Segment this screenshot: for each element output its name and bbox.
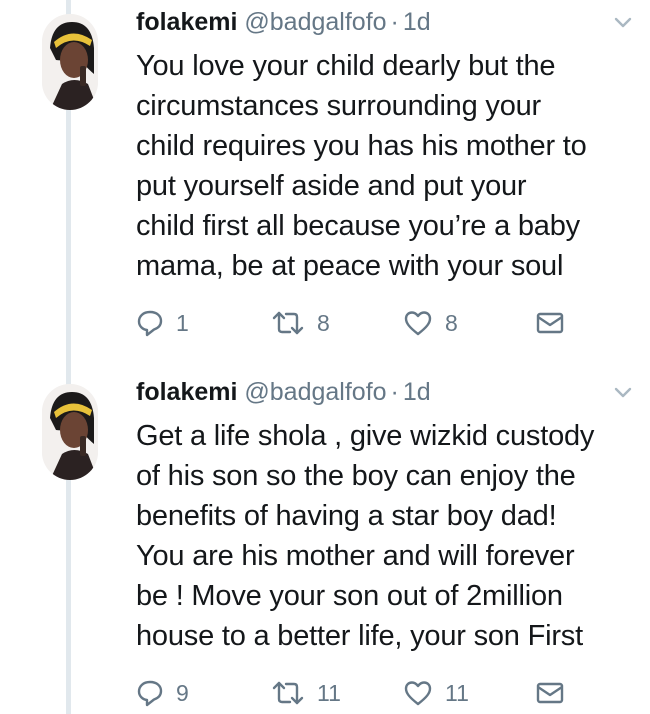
like-button[interactable]: 8 xyxy=(403,309,536,337)
tweet-text: You love your child dearly but the circu… xyxy=(136,50,587,282)
chevron-down-icon[interactable] xyxy=(610,12,636,32)
timestamp[interactable]: 1d xyxy=(403,378,431,406)
avatar[interactable] xyxy=(42,384,98,480)
username-handle[interactable]: @badgalfofo xyxy=(244,378,386,406)
retweet-button[interactable]: 11 xyxy=(271,679,403,707)
like-count: 11 xyxy=(445,679,469,706)
heart-icon xyxy=(403,679,433,707)
tweet-header: folakemi @badgalfofo · 1d xyxy=(136,372,626,412)
display-name[interactable]: folakemi xyxy=(136,378,237,406)
reply-count: 1 xyxy=(176,309,189,336)
chevron-down-icon[interactable] xyxy=(610,382,636,402)
like-button[interactable]: 11 xyxy=(403,679,536,707)
reply-icon xyxy=(136,679,164,707)
reply-button[interactable]: 9 xyxy=(136,679,271,707)
display-name[interactable]: folakemi xyxy=(136,8,237,36)
timestamp[interactable]: 1d xyxy=(403,8,431,36)
envelope-icon xyxy=(536,311,564,335)
direct-message-button[interactable] xyxy=(536,681,564,705)
tweet-header: folakemi @badgalfofo · 1d xyxy=(136,2,626,42)
username-handle[interactable]: @badgalfofo xyxy=(244,8,386,36)
like-count: 8 xyxy=(445,309,458,336)
retweet-count: 11 xyxy=(317,679,341,706)
retweet-icon xyxy=(271,309,305,337)
retweet-count: 8 xyxy=(317,309,330,336)
envelope-icon xyxy=(536,681,564,705)
reply-button[interactable]: 1 xyxy=(136,309,271,337)
tweet-actions: 9 11 11 xyxy=(136,676,626,710)
retweet-button[interactable]: 8 xyxy=(271,309,403,337)
tweet-text: Get a life shola , give wizkid custody o… xyxy=(136,420,595,652)
separator-dot: · xyxy=(390,8,399,36)
reply-count: 9 xyxy=(176,679,189,706)
heart-icon xyxy=(403,309,433,337)
retweet-icon xyxy=(271,679,305,707)
direct-message-button[interactable] xyxy=(536,311,564,335)
tweet-actions: 1 8 8 xyxy=(136,306,626,340)
avatar[interactable] xyxy=(42,14,98,110)
reply-icon xyxy=(136,309,164,337)
separator-dot: · xyxy=(390,378,399,406)
